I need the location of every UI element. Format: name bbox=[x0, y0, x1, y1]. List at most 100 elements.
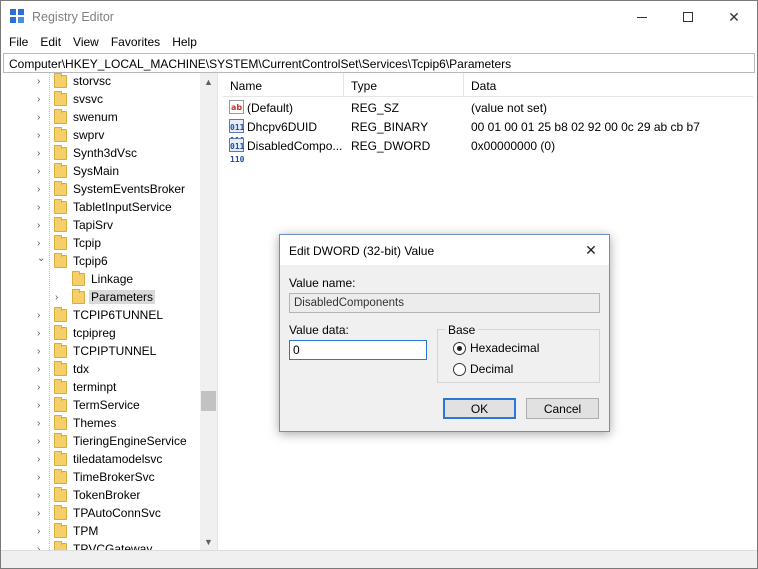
column-header-data[interactable]: Data bbox=[464, 73, 753, 97]
folder-icon bbox=[54, 181, 67, 196]
maximize-button[interactable] bbox=[665, 1, 711, 33]
tree-item[interactable]: › terminpt bbox=[1, 379, 201, 397]
menu-view[interactable]: View bbox=[67, 33, 105, 53]
tree-item-label: TabletInputService bbox=[73, 200, 172, 214]
folder-icon bbox=[54, 505, 67, 520]
tree-item[interactable]: › svsvc bbox=[1, 91, 201, 109]
tree-item[interactable]: › TCPIP6TUNNEL bbox=[1, 307, 201, 325]
value-name-label: Value name: bbox=[289, 276, 356, 290]
chevron-right-icon[interactable]: › bbox=[37, 77, 45, 87]
close-icon: ✕ bbox=[585, 241, 597, 258]
tree-item[interactable]: › Tcpip bbox=[1, 235, 201, 253]
menu-file[interactable]: File bbox=[3, 33, 34, 53]
chevron-right-icon[interactable]: › bbox=[37, 419, 45, 429]
tree-item-label: Tcpip6 bbox=[73, 254, 108, 268]
tree-item[interactable]: › swenum bbox=[1, 109, 201, 127]
cancel-button[interactable]: Cancel bbox=[526, 398, 599, 419]
tree-item-label: swenum bbox=[73, 110, 118, 124]
chevron-right-icon[interactable]: › bbox=[37, 329, 45, 339]
minimize-icon bbox=[637, 16, 647, 18]
tree-item[interactable]: › TieringEngineService bbox=[1, 433, 201, 451]
chevron-right-icon[interactable]: › bbox=[37, 221, 45, 231]
chevron-right-icon[interactable]: › bbox=[37, 365, 45, 375]
column-header-type[interactable]: Type bbox=[344, 73, 464, 97]
folder-icon bbox=[54, 253, 67, 268]
value-row[interactable]: 011 110Dhcpv6DUID REG_BINARY 00 01 00 01 2… bbox=[223, 117, 753, 145]
tree-item[interactable]: Linkage bbox=[1, 271, 201, 289]
chevron-right-icon[interactable]: › bbox=[37, 131, 45, 141]
scroll-thumb[interactable] bbox=[201, 391, 216, 411]
chevron-right-icon[interactable]: › bbox=[55, 293, 63, 303]
tree-item[interactable]: › TPM bbox=[1, 523, 201, 541]
tree-item-label: tiledatamodelsvc bbox=[73, 452, 163, 466]
chevron-right-icon[interactable]: › bbox=[37, 509, 45, 519]
radio-hexadecimal[interactable]: Hexadecimal bbox=[453, 340, 539, 356]
chevron-right-icon[interactable]: › bbox=[37, 401, 45, 411]
menu-edit[interactable]: Edit bbox=[34, 33, 67, 53]
tree-item[interactable]: › Synth3dVsc bbox=[1, 145, 201, 163]
tree-item[interactable]: › Themes bbox=[1, 415, 201, 433]
value-data: 0x00000000 (0) bbox=[471, 139, 556, 153]
tree-item[interactable]: › tdx bbox=[1, 361, 201, 379]
ok-button[interactable]: OK bbox=[443, 398, 516, 419]
tree-item[interactable]: › TabletInputService bbox=[1, 199, 201, 217]
tree-item[interactable]: › TapiSrv bbox=[1, 217, 201, 235]
dialog-close-button[interactable]: ✕ bbox=[573, 235, 609, 265]
menu-favorites[interactable]: Favorites bbox=[105, 33, 166, 53]
radio-decimal[interactable]: Decimal bbox=[453, 361, 513, 377]
tree-item-label: TPVCGateway bbox=[73, 542, 153, 550]
tree-item[interactable]: › TCPIPTUNNEL bbox=[1, 343, 201, 361]
tree-item[interactable]: › TokenBroker bbox=[1, 487, 201, 505]
chevron-right-icon[interactable]: › bbox=[37, 239, 45, 249]
tree-item[interactable]: › storvsc bbox=[1, 73, 201, 91]
chevron-right-icon[interactable]: › bbox=[37, 113, 45, 123]
tree-item[interactable]: › SysMain bbox=[1, 163, 201, 181]
chevron-right-icon[interactable]: › bbox=[37, 473, 45, 483]
tree-item[interactable]: › swprv bbox=[1, 127, 201, 145]
menu-help[interactable]: Help bbox=[166, 33, 203, 53]
radio-checked-icon[interactable] bbox=[453, 341, 466, 355]
folder-icon bbox=[54, 523, 67, 538]
menu-bar: File Edit View Favorites Help bbox=[1, 33, 757, 53]
tree-item[interactable]: › SystemEventsBroker bbox=[1, 181, 201, 199]
column-header-name[interactable]: Name bbox=[223, 73, 344, 97]
chevron-right-icon[interactable]: › bbox=[37, 149, 45, 159]
tree-item-label: TimeBrokerSvc bbox=[73, 470, 155, 484]
address-bar[interactable]: Computer\HKEY_LOCAL_MACHINE\SYSTEM\Curre… bbox=[3, 53, 755, 73]
value-data-input[interactable] bbox=[289, 340, 427, 360]
folder-icon bbox=[54, 541, 67, 550]
tree-item[interactable]: › tcpipreg bbox=[1, 325, 201, 343]
folder-icon bbox=[72, 289, 85, 304]
chevron-right-icon[interactable]: › bbox=[37, 203, 45, 213]
scroll-down-arrow-icon[interactable]: ▼ bbox=[200, 533, 217, 550]
tree-item[interactable]: › Parameters bbox=[1, 289, 201, 307]
value-row[interactable]: ab (Default) REG_SZ (value not set) bbox=[223, 98, 753, 117]
tree-item[interactable]: ⌄ Tcpip6 bbox=[1, 253, 201, 271]
folder-icon bbox=[54, 469, 67, 484]
chevron-right-icon[interactable]: › bbox=[37, 347, 45, 357]
chevron-right-icon[interactable]: › bbox=[37, 491, 45, 501]
chevron-right-icon[interactable]: › bbox=[37, 455, 45, 465]
tree-item[interactable]: › TPVCGateway bbox=[1, 541, 201, 550]
tree-item[interactable]: › TPAutoConnSvc bbox=[1, 505, 201, 523]
tree-scrollbar[interactable]: ▲ ▼ bbox=[200, 73, 217, 550]
tree-item-label: TermService bbox=[73, 398, 140, 412]
chevron-right-icon[interactable]: › bbox=[37, 437, 45, 447]
chevron-right-icon[interactable]: › bbox=[37, 95, 45, 105]
tree-item[interactable]: › TermService bbox=[1, 397, 201, 415]
chevron-right-icon[interactable]: › bbox=[37, 167, 45, 177]
scroll-up-arrow-icon[interactable]: ▲ bbox=[200, 73, 217, 90]
chevron-down-icon[interactable]: ⌄ bbox=[37, 254, 45, 264]
chevron-right-icon[interactable]: › bbox=[37, 383, 45, 393]
folder-icon bbox=[54, 451, 67, 466]
close-button[interactable]: ✕ bbox=[711, 1, 757, 33]
value-row[interactable]: 011 110 DisabledCompo... REG_DWORD 0x000000… bbox=[223, 136, 753, 164]
tree-item[interactable]: › TimeBrokerSvc bbox=[1, 469, 201, 487]
folder-icon bbox=[54, 199, 67, 214]
chevron-right-icon[interactable]: › bbox=[37, 185, 45, 195]
chevron-right-icon[interactable]: › bbox=[37, 527, 45, 537]
minimize-button[interactable] bbox=[619, 1, 665, 33]
chevron-right-icon[interactable]: › bbox=[37, 311, 45, 321]
radio-unchecked-icon[interactable] bbox=[453, 362, 466, 376]
tree-item[interactable]: › tiledatamodelsvc bbox=[1, 451, 201, 469]
